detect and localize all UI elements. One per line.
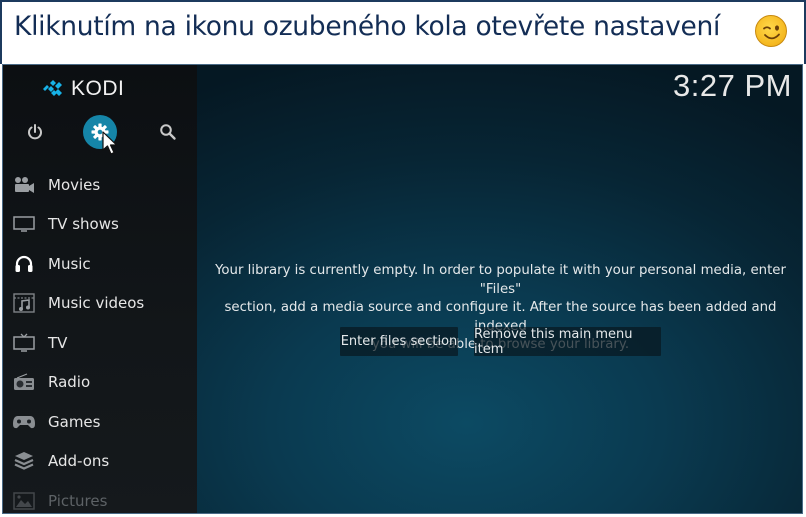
radio-icon [12, 371, 36, 393]
tv-monitor-icon [12, 213, 36, 235]
search-icon [160, 124, 176, 140]
winking-face-emoji-icon [755, 15, 787, 47]
sidebar-item-movies[interactable]: Movies [3, 165, 197, 205]
sidebar-item-label: Radio [48, 373, 91, 392]
picture-icon [12, 490, 36, 512]
power-icon [28, 124, 42, 140]
sidebar-item-label: Games [48, 412, 101, 431]
gamepad-icon [12, 411, 36, 433]
kodi-logo: KODI [41, 77, 124, 101]
sidebar-item-music-videos[interactable]: Music videos [3, 284, 197, 324]
sidebar-item-label: TV shows [48, 215, 119, 234]
clock: 3:27 PM [673, 68, 792, 103]
search-button[interactable] [151, 115, 185, 149]
remove-menu-item-button[interactable]: Remove this main menu item [474, 327, 661, 357]
sidebar: KODI Movies TV shows Music Music videos … [3, 65, 197, 513]
kodi-logo-text: KODI [71, 77, 125, 100]
music-video-icon [12, 292, 36, 314]
message-line: Your library is currently empty. In orde… [215, 263, 786, 297]
sidebar-item-label: Music videos [48, 294, 145, 313]
enter-files-section-button[interactable]: Enter files section [340, 327, 458, 356]
sidebar-item-pictures[interactable]: Pictures [3, 481, 197, 513]
action-buttons: Enter files section Remove this main men… [3, 327, 802, 357]
mouse-cursor-icon [102, 131, 118, 155]
sidebar-item-games[interactable]: Games [3, 402, 197, 442]
sidebar-item-label: Music [48, 254, 91, 273]
power-button[interactable] [18, 115, 52, 149]
movie-camera-icon [12, 174, 36, 196]
addons-box-icon [12, 450, 36, 472]
kodi-logo-icon [43, 80, 62, 96]
sidebar-item-label: Movies [48, 175, 101, 194]
sidebar-item-tv-shows[interactable]: TV shows [3, 205, 197, 245]
caption-banner: Kliknutím na ikonu ozubeného kola otevře… [0, 0, 806, 64]
sidebar-item-label: Pictures [48, 491, 108, 510]
kodi-window: KODI Movies TV shows Music Music videos … [2, 64, 803, 514]
sidebar-item-label: Add-ons [48, 452, 110, 471]
sidebar-item-add-ons[interactable]: Add-ons [3, 442, 197, 482]
headphones-icon [12, 253, 36, 275]
sidebar-item-music[interactable]: Music [3, 244, 197, 284]
caption-text: Kliknutím na ikonu ozubeného kola otevře… [14, 11, 721, 42]
sidebar-item-radio[interactable]: Radio [3, 363, 197, 403]
